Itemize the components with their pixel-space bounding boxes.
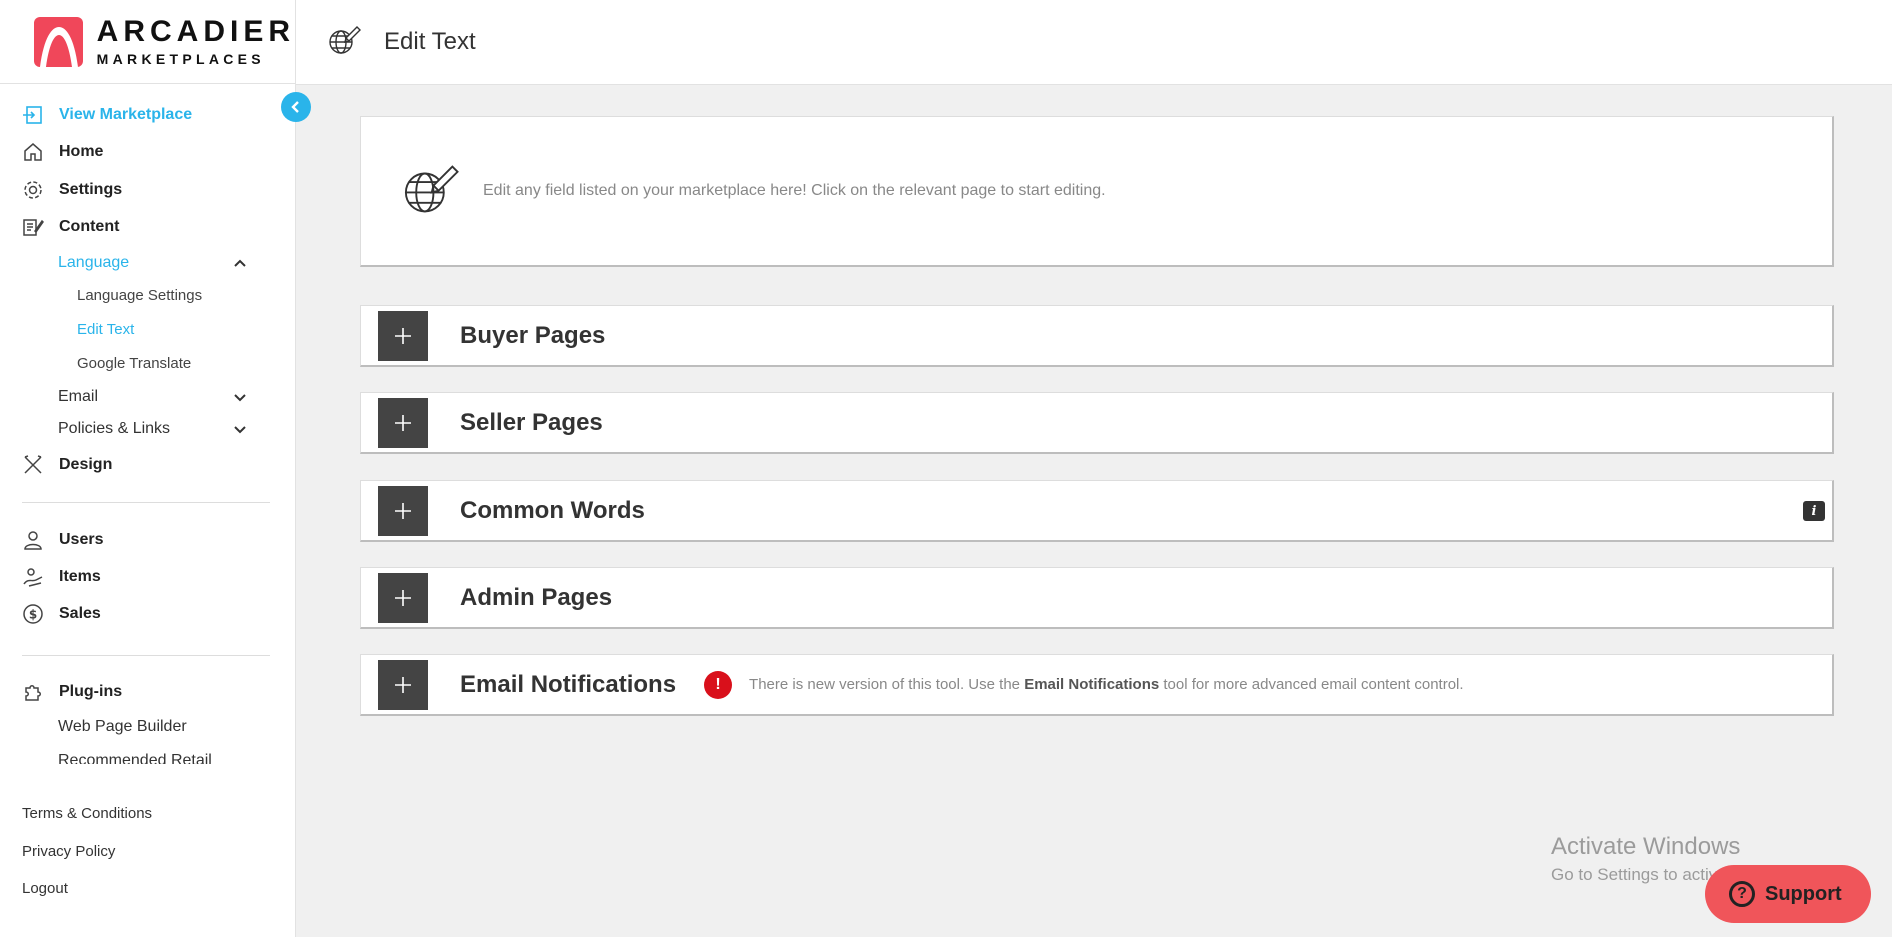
sidebar-subitem-email[interactable]: Email [58,388,98,406]
puzzle-icon [22,681,44,703]
section-title: Email Notifications [460,670,677,698]
sidebar-item-content[interactable]: Content [22,214,119,240]
gear-icon [22,179,44,201]
page-title: Edit Text [384,28,476,55]
plus-icon [395,676,411,693]
sidebar-item-sales[interactable]: $ Sales [22,601,101,627]
sidebar-subitem-language[interactable]: Language [58,254,129,272]
deprecation-notice: ! There is new version of this tool. Use… [704,670,1464,699]
content-icon [22,216,44,238]
arcadier-logo-icon [34,16,83,67]
logout-link[interactable]: Logout [22,880,68,897]
sidebar-item-settings[interactable]: Settings [22,177,122,203]
globe-pencil-icon [326,22,362,63]
sidebar: ARCADIER MARKETPLACES View Marketplace H… [0,0,296,937]
section-title: Admin Pages [460,583,613,611]
page-header: Edit Text [296,0,1892,85]
brand-subtitle: MARKETPLACES [96,50,265,67]
chevron-down-icon[interactable] [232,421,248,437]
intro-card: Edit any field listed on your marketplac… [360,116,1834,267]
brand-logo[interactable]: ARCADIER MARKETPLACES [0,0,295,84]
section-buyer-pages[interactable]: Buyer Pages [360,305,1834,367]
help-icon: ? [1729,881,1755,907]
dollar-icon: $ [22,603,44,625]
plus-icon [395,502,411,519]
sidebar-item-label: Sales [59,605,101,622]
sidebar-item-label: View Marketplace [59,106,193,123]
sidebar-item-design[interactable]: Design [22,452,112,478]
expand-button[interactable] [378,659,428,710]
brand-name: ARCADIER [96,14,295,48]
section-email-notifications[interactable]: Email Notifications ! There is new versi… [360,654,1834,716]
sidebar-nav: View Marketplace Home Settings Content L… [0,84,295,764]
info-icon[interactable]: i [1803,501,1825,521]
sidebar-item-home[interactable]: Home [22,139,103,165]
sidebar-subitem-policies-links[interactable]: Policies & Links [58,420,170,438]
design-tools-icon [22,454,44,476]
sidebar-item-view-marketplace[interactable]: View Marketplace [22,102,192,128]
sidebar-subitem-google-translate[interactable]: Google Translate [77,355,191,372]
section-seller-pages[interactable]: Seller Pages [360,392,1834,454]
user-icon [22,529,44,551]
alert-icon: ! [704,670,733,699]
sidebar-item-items[interactable]: Items [22,564,101,590]
sidebar-subitem-web-page-builder[interactable]: Web Page Builder [58,718,187,736]
email-notifications-tool-link: Email Notifications [1024,676,1160,693]
privacy-link[interactable]: Privacy Policy [22,843,115,860]
sidebar-item-label: Plug-ins [59,683,123,700]
terms-link[interactable]: Terms & Conditions [22,805,152,822]
sidebar-item-label: Settings [59,181,123,198]
sidebar-item-label: Home [59,143,104,160]
sidebar-divider [22,655,270,656]
chevron-up-icon[interactable] [232,256,248,272]
chevron-left-icon [291,101,299,113]
sidebar-item-plugins[interactable]: Plug-ins [22,679,122,705]
intro-text: Edit any field listed on your marketplac… [483,182,1106,199]
plus-icon [395,589,411,606]
plus-icon [395,414,411,431]
svg-text:$: $ [29,608,37,622]
sidebar-subitem-recommended-retail[interactable]: Recommended Retail [58,752,212,764]
support-button[interactable]: ? Support [1705,865,1871,923]
section-common-words[interactable]: Common Words i [360,480,1834,542]
home-icon [22,141,44,163]
sidebar-subitem-language-settings[interactable]: Language Settings [77,287,202,304]
expand-button[interactable] [378,485,428,536]
sidebar-subitem-edit-text[interactable]: Edit Text [77,321,134,338]
section-title: Buyer Pages [460,321,606,349]
support-label: Support [1765,882,1842,905]
plus-icon [395,327,411,344]
sidebar-item-label: Items [59,568,101,585]
sidebar-item-label: Content [59,218,120,235]
sidebar-collapse-button[interactable] [281,92,311,122]
section-title: Common Words [460,496,645,524]
sidebar-item-label: Users [59,531,104,548]
section-title: Seller Pages [460,408,603,436]
alert-text: There is new version of this tool. Use t… [749,676,1464,693]
expand-button[interactable] [378,310,428,361]
sidebar-item-users[interactable]: Users [22,527,103,553]
items-icon [22,566,44,588]
sidebar-item-label: Design [59,456,113,473]
expand-button[interactable] [378,397,428,448]
sidebar-divider [22,502,270,503]
globe-pencil-icon [399,158,461,225]
watermark-title: Activate Windows [1551,833,1741,860]
enter-icon [22,104,44,126]
section-admin-pages[interactable]: Admin Pages [360,567,1834,629]
expand-button[interactable] [378,572,428,623]
chevron-down-icon[interactable] [232,389,248,405]
